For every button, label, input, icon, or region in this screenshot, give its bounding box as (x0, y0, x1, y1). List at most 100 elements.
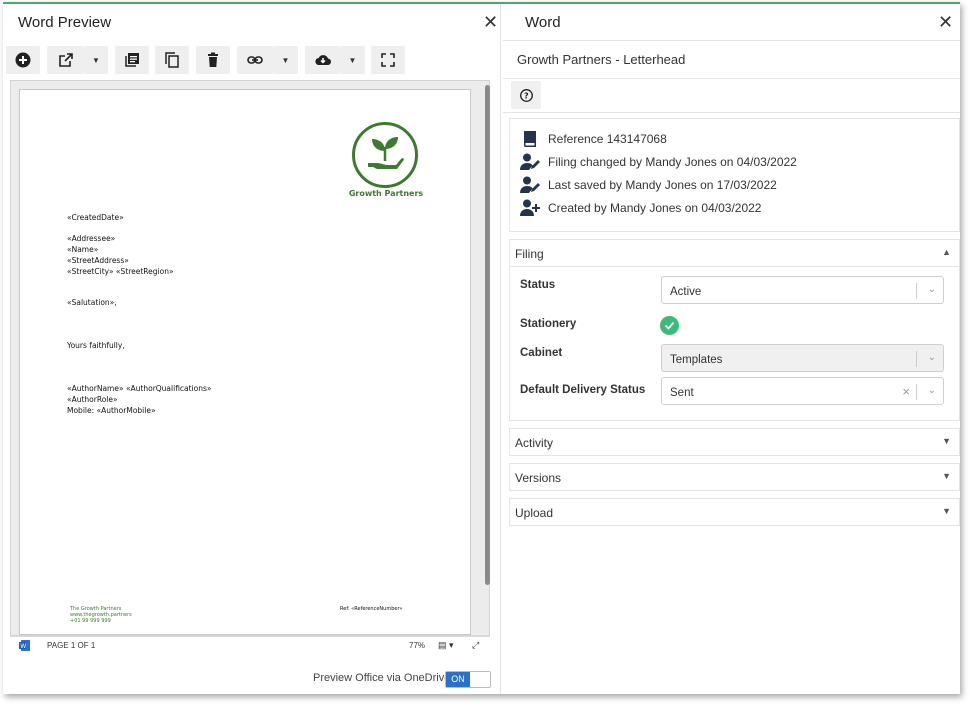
footer-company-block: The Growth Partners www.thegrowth.partne… (70, 606, 132, 624)
chevron-down-icon: ▼ (942, 506, 951, 516)
last-saved-row: Last saved by Mandy Jones on 17/03/2022 (520, 175, 777, 195)
caret-down-icon: ▼ (92, 55, 100, 65)
add-button[interactable] (6, 46, 40, 74)
expand-view-icon[interactable]: ⤢ (472, 640, 479, 651)
delivery-status-select[interactable]: Sent × ⌄ (661, 377, 944, 405)
document-name: Growth Partners - Letterhead (517, 52, 686, 67)
activity-heading: Activity (515, 436, 554, 450)
library-button[interactable] (115, 46, 149, 74)
cloud-download-icon (314, 55, 331, 66)
download-options-dropdown[interactable]: ▼ (340, 46, 365, 74)
clear-icon[interactable]: × (902, 384, 910, 399)
growth-partners-logo (352, 122, 418, 188)
word-doc-icon: W (19, 640, 30, 651)
library-icon (125, 53, 139, 67)
footer-phone: +01 99 999 999 (70, 618, 111, 624)
activity-section-header[interactable]: Activity ▼ (509, 428, 960, 456)
last-saved-text: Last saved by Mandy Jones on 17/03/2022 (548, 178, 777, 192)
caret-down-icon: ▼ (281, 55, 290, 65)
question-circle-icon: ? (519, 88, 533, 102)
status-select[interactable]: Active ⌄ (661, 276, 944, 304)
footer-reference: Ref: «ReferenceNumber» (340, 606, 403, 612)
filing-heading: Filing (515, 247, 544, 261)
close-panel-icon[interactable]: ✕ (938, 13, 953, 31)
checkmark-icon (664, 321, 675, 330)
status-label: Status (520, 279, 556, 291)
chevron-down-icon: ▼ (942, 471, 951, 481)
fullscreen-button[interactable] (371, 46, 405, 74)
open-external-button[interactable] (47, 46, 84, 74)
chevron-down-icon: ⌄ (927, 385, 936, 396)
stationery-label: Stationery (520, 318, 577, 330)
fullscreen-icon (381, 53, 395, 67)
panel-title: Word (525, 14, 561, 31)
link-button[interactable] (237, 46, 273, 74)
header-divider (503, 40, 960, 41)
created-text: Created by Mandy Jones on 04/03/2022 (548, 201, 762, 215)
cabinet-label: Cabinet (520, 347, 563, 359)
link-icon (247, 56, 263, 64)
help-button[interactable]: ? (511, 81, 541, 109)
created-row: Created by Mandy Jones on 04/03/2022 (520, 198, 761, 218)
select-separator (916, 283, 917, 299)
toggle-on-label: ON (446, 672, 470, 687)
stationery-check-icon[interactable] (660, 316, 679, 335)
reference-text: Reference 143147068 (548, 132, 667, 146)
document-viewer[interactable]: Growth Partners «CreatedDate» «Addressee… (10, 80, 490, 636)
close-preview-icon[interactable]: ✕ (483, 13, 498, 31)
merge-author-block: «AuthorName» «AuthorQualifications» «Aut… (67, 384, 212, 415)
delivery-status-value: Sent (670, 387, 694, 399)
logo-text: Growth Partners (348, 189, 424, 198)
onedrive-toggle[interactable]: ON (445, 671, 491, 688)
name-divider (503, 78, 960, 79)
closing-text: Yours faithfully, (67, 341, 125, 350)
trash-icon (208, 52, 218, 67)
chevron-down-icon: ⌄ (927, 284, 936, 295)
svg-text:?: ? (524, 91, 529, 100)
link-options-dropdown[interactable]: ▼ (273, 46, 298, 74)
preview-title: Word Preview (18, 14, 112, 31)
chevron-down-icon: ▼ (942, 436, 951, 446)
page-indicator: PAGE 1 OF 1 (47, 641, 96, 650)
merge-address-block: «Addressee» «Name» «StreetAddress» «Stre… (67, 234, 174, 276)
select-separator (916, 351, 917, 367)
select-separator (916, 384, 917, 400)
copy-icon (165, 52, 179, 68)
plus-circle-icon (15, 52, 31, 68)
document-info-box: Reference 143147068 Filing changed by Ma… (509, 118, 960, 232)
delete-button[interactable] (196, 46, 230, 74)
filing-section-header[interactable]: Filing ▲ (509, 239, 960, 267)
help-divider (503, 112, 960, 113)
upload-heading: Upload (515, 506, 554, 520)
delivery-status-label: Default Delivery Status (520, 384, 646, 396)
word-details-panel: Word ✕ Growth Partners - Letterhead ? Re… (503, 4, 960, 694)
cabinet-value: Templates (670, 354, 723, 366)
document-scrollbar[interactable] (485, 85, 490, 585)
user-edit-icon (520, 176, 540, 193)
book-icon (524, 131, 536, 147)
preview-toolbar: ▼ ▼ ▼ (3, 44, 501, 78)
open-options-dropdown[interactable]: ▼ (84, 46, 108, 74)
copy-button[interactable] (155, 46, 189, 74)
external-link-icon (58, 53, 73, 67)
cabinet-select: Templates ⌄ (661, 344, 944, 372)
word-preview-panel: Word Preview ✕ ▼ ▼ ▼ Growth Partners «Cr… (3, 4, 501, 694)
caret-down-icon: ▼ (348, 55, 357, 65)
upload-section-header[interactable]: Upload ▼ (509, 498, 960, 526)
user-edit-icon (520, 153, 540, 170)
view-mode-icon[interactable]: ▤ ▾ (438, 640, 454, 651)
filing-section-body: Status Active ⌄ Stationery Cabinet Templ… (509, 267, 960, 421)
versions-heading: Versions (515, 471, 562, 485)
filing-changed-text: Filing changed by Mandy Jones on 04/03/2… (548, 155, 797, 169)
merge-created-date: «CreatedDate» (67, 213, 124, 222)
versions-section-header[interactable]: Versions ▼ (509, 463, 960, 491)
user-plus-icon (520, 199, 540, 216)
viewer-status-bar: W PAGE 1 OF 1 77% ▤ ▾ ⤢ (10, 636, 490, 654)
reference-row: Reference 143147068 (520, 129, 667, 149)
plant-hand-icon (368, 137, 404, 169)
document-page: Growth Partners «CreatedDate» «Addressee… (19, 89, 471, 635)
download-button[interactable] (305, 46, 340, 74)
status-value: Active (670, 286, 702, 298)
merge-salutation: «Salutation», (67, 298, 117, 307)
filing-changed-row: Filing changed by Mandy Jones on 04/03/2… (520, 152, 797, 172)
